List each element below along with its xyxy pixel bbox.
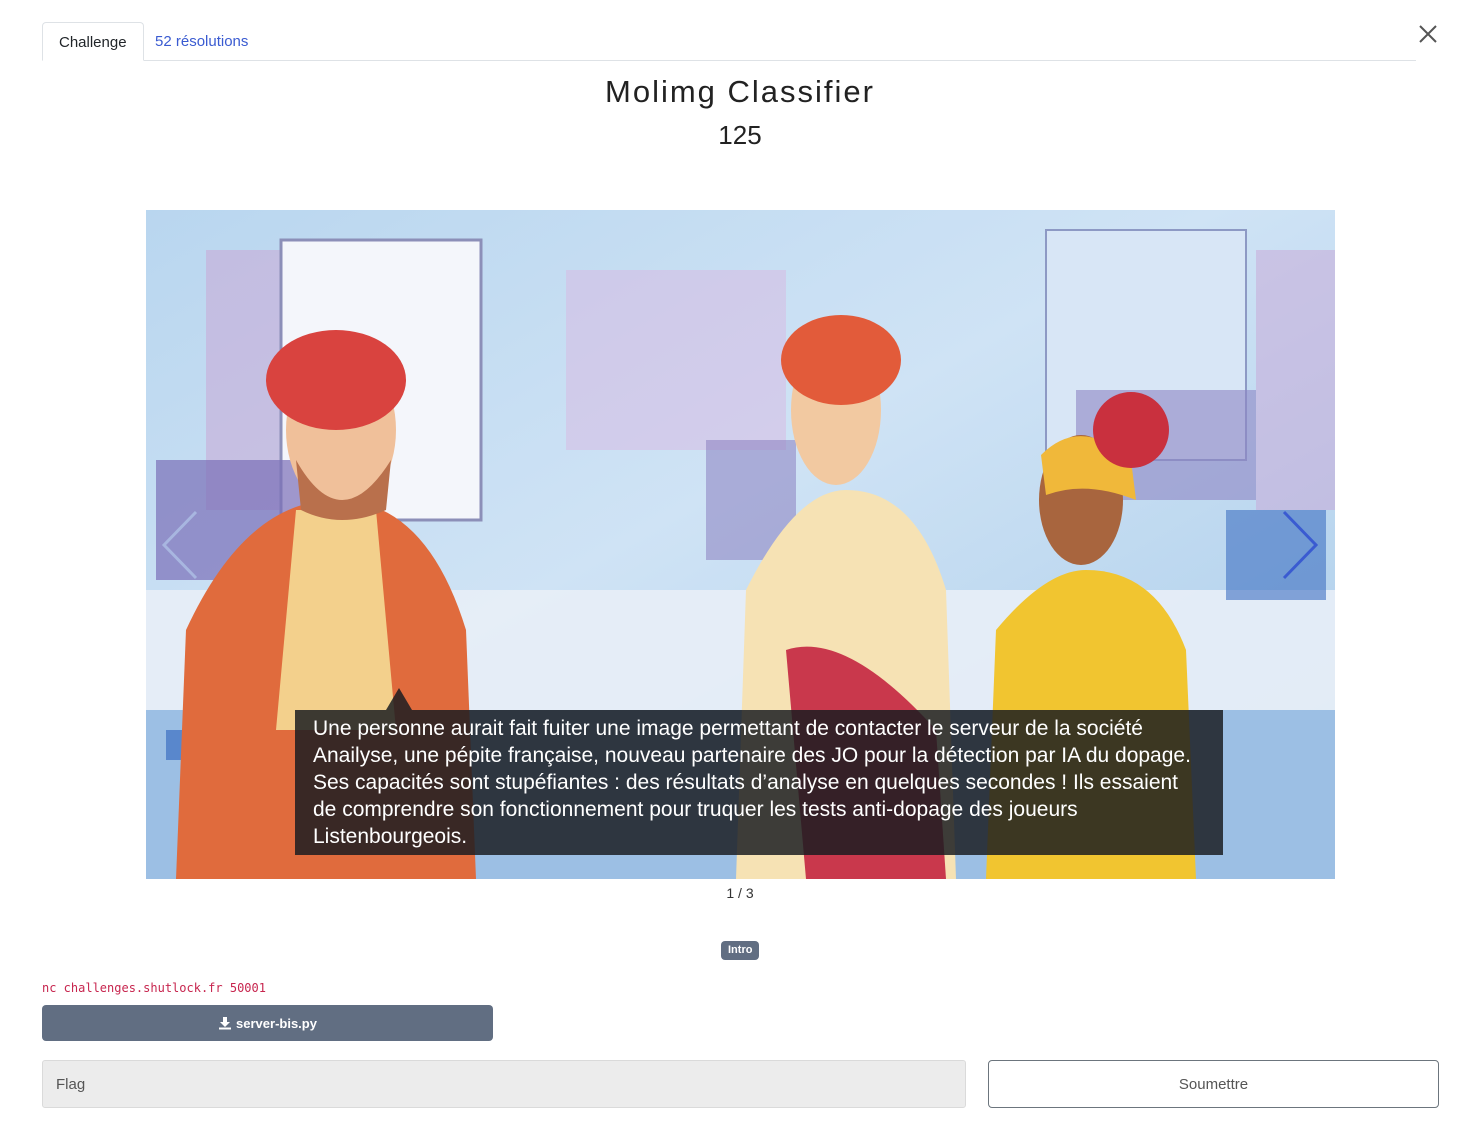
carousel-caption: Une personne aurait fait fuiter une imag… bbox=[295, 710, 1223, 855]
close-icon bbox=[1419, 25, 1437, 43]
tab-resolutions[interactable]: 52 résolutions bbox=[139, 22, 264, 61]
connection-command: nc challenges.shutlock.fr 50001 bbox=[42, 981, 266, 995]
image-carousel[interactable]: Une personne aurait fait fuiter une imag… bbox=[146, 210, 1335, 879]
challenge-points: 125 bbox=[718, 120, 762, 150]
challenge-title: Molimg Classifier bbox=[605, 74, 875, 109]
tab-bar: Challenge 52 résolutions bbox=[42, 22, 1416, 61]
download-icon bbox=[219, 1017, 232, 1030]
category-badge: Intro bbox=[721, 941, 760, 960]
submit-button[interactable]: Soumettre bbox=[988, 1060, 1439, 1108]
flag-input[interactable] bbox=[42, 1060, 966, 1108]
carousel-prev-button[interactable] bbox=[160, 510, 200, 580]
chevron-left-icon bbox=[161, 510, 198, 580]
tab-challenge[interactable]: Challenge bbox=[42, 22, 144, 61]
carousel-counter: 1 / 3 bbox=[726, 885, 754, 901]
close-button[interactable] bbox=[1414, 20, 1442, 48]
caption-pointer bbox=[386, 688, 412, 710]
carousel-next-button[interactable] bbox=[1280, 510, 1320, 580]
download-file-label: server-bis.py bbox=[236, 1015, 317, 1031]
download-file-button[interactable]: server-bis.py bbox=[42, 1005, 493, 1041]
chevron-right-icon bbox=[1282, 510, 1319, 580]
